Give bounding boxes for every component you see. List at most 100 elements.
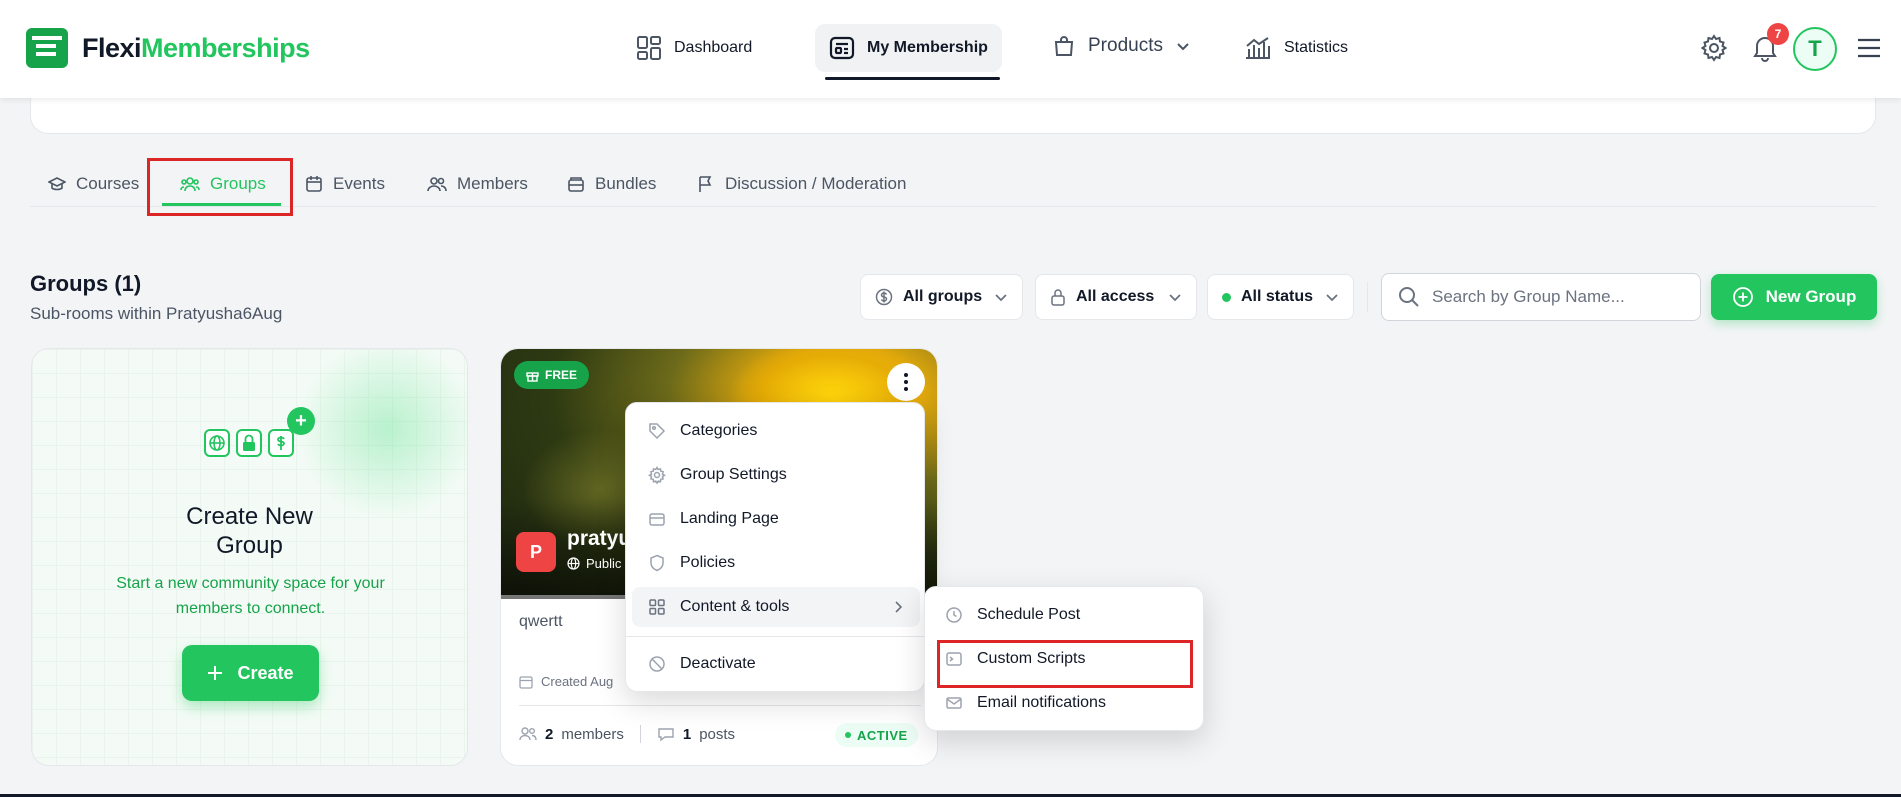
brand-name: FlexiMemberships (82, 33, 310, 64)
group-visibility-label: Public (586, 556, 622, 571)
create-group-illustration: + (204, 405, 315, 475)
nav-products-label: Products (1088, 35, 1163, 56)
users-icon (519, 726, 537, 742)
filter-all-groups[interactable]: All groups (860, 274, 1023, 320)
box-icon (567, 175, 585, 193)
create-button-label: Create (237, 662, 294, 683)
highlight-box-groups-tab (147, 158, 293, 216)
tab-members-label: Members (457, 174, 528, 193)
bar-chart-icon (1244, 36, 1272, 60)
tab-courses-label: Courses (76, 174, 140, 193)
menu-item-deactivate[interactable]: Deactivate (632, 644, 920, 684)
filter-all-status[interactable]: All status (1207, 274, 1354, 320)
menu-item-label: Content & tools (680, 598, 790, 615)
notification-count-badge: 7 (1767, 23, 1789, 45)
menu-item-label: Categories (680, 422, 758, 439)
menu-item-content-tools[interactable]: Content & tools (632, 587, 920, 627)
chevron-down-icon (1175, 38, 1191, 54)
settings-gear-icon[interactable] (1699, 33, 1729, 63)
filter-all-access[interactable]: All access (1035, 274, 1197, 320)
search-input[interactable] (1432, 287, 1682, 307)
create-group-card: + Create New Group Start a new community… (31, 348, 468, 766)
posts-label: posts (699, 725, 736, 743)
gift-icon (526, 369, 539, 382)
group-search-field[interactable] (1381, 273, 1701, 321)
filter-all-groups-label: All groups (903, 288, 983, 305)
tab-events[interactable]: Events (305, 164, 385, 204)
create-group-button[interactable]: Create (182, 645, 319, 701)
menu-item-categories[interactable]: Categories (632, 411, 920, 451)
brand-name-part1: Flexi (82, 32, 142, 63)
brand-logo[interactable]: FlexiMemberships (26, 28, 310, 68)
membership-icon (829, 35, 855, 61)
status-badge: ACTIVE (835, 723, 918, 747)
menu-item-label: Group Settings (680, 466, 787, 483)
shopping-bag-icon (1052, 34, 1076, 58)
tag-icon (648, 422, 666, 440)
chevron-down-icon (994, 290, 1008, 304)
tab-bundles[interactable]: Bundles (567, 164, 656, 204)
search-icon (1398, 286, 1420, 308)
nav-dashboard[interactable]: Dashboard (622, 24, 766, 72)
tab-events-label: Events (333, 174, 385, 193)
nav-products[interactable]: Products (1038, 22, 1205, 70)
menu-item-group-settings[interactable]: Group Settings (632, 455, 920, 495)
top-header: FlexiMemberships Dashboard My Membership… (0, 0, 1901, 98)
card-divider (519, 705, 921, 706)
hamburger-menu-icon[interactable] (1857, 38, 1881, 58)
dollar-circle-icon (875, 288, 893, 306)
plus-badge-icon: + (287, 407, 315, 435)
group-created-date: Created Aug (519, 674, 613, 689)
browser-icon (648, 510, 666, 528)
graduation-cap-icon (48, 175, 66, 193)
status-dot (845, 732, 851, 738)
kebab-icon (904, 373, 908, 391)
free-badge-label: FREE (545, 368, 578, 382)
menu-item-label: Policies (680, 554, 736, 571)
highlight-box-custom-scripts (937, 640, 1193, 688)
group-created-label: Created Aug (541, 674, 614, 689)
groups-subtitle: Sub-rooms within Pratyusha6Aug (30, 304, 283, 323)
nav-statistics-label: Statistics (1284, 39, 1349, 56)
submenu-item-schedule-post[interactable]: Schedule Post (937, 595, 1193, 635)
chevron-right-icon (892, 600, 904, 614)
submenu-item-label: Email notifications (977, 694, 1106, 711)
users-icon (427, 175, 447, 193)
new-group-button[interactable]: New Group (1711, 274, 1877, 320)
menu-item-policies[interactable]: Policies (632, 543, 920, 583)
group-visibility: Public (567, 556, 621, 571)
status-badge-label: ACTIVE (857, 727, 908, 743)
submenu-item-email-notifications[interactable]: Email notifications (937, 683, 1193, 723)
menu-item-landing-page[interactable]: Landing Page (632, 499, 920, 539)
lock-icon (236, 429, 262, 457)
plus-circle-icon (1732, 286, 1754, 308)
chevron-down-icon (1168, 290, 1182, 304)
dollar-icon (268, 429, 294, 457)
tab-discussion-label: Discussion / Moderation (725, 174, 907, 193)
status-dot (1222, 292, 1231, 302)
calendar-icon (519, 675, 533, 689)
calendar-icon (305, 175, 323, 193)
nav-statistics[interactable]: Statistics (1230, 24, 1362, 72)
chevron-down-icon (1325, 290, 1339, 304)
ban-icon (648, 655, 666, 673)
free-badge: FREE (514, 361, 590, 389)
create-group-title: Create New Group (186, 503, 313, 559)
globe-icon (567, 557, 580, 570)
posts-count: 1 (682, 725, 692, 743)
submenu-item-label: Schedule Post (977, 606, 1081, 623)
clock-icon (945, 606, 963, 624)
nav-my-membership[interactable]: My Membership (815, 24, 1002, 72)
lock-icon (1050, 288, 1066, 306)
group-stats: 2 members 1 posts (519, 725, 735, 743)
tab-members[interactable]: Members (427, 164, 528, 204)
more-options-button[interactable] (887, 363, 925, 401)
nav-active-underline (825, 77, 1000, 80)
tab-discussion-moderation[interactable]: Discussion / Moderation (697, 164, 906, 204)
plus-icon (207, 665, 223, 681)
tab-courses[interactable]: Courses (48, 164, 139, 204)
mail-icon (945, 694, 963, 712)
members-count: 2 (545, 725, 554, 743)
shield-icon (648, 554, 666, 572)
user-avatar[interactable]: T (1793, 27, 1837, 71)
